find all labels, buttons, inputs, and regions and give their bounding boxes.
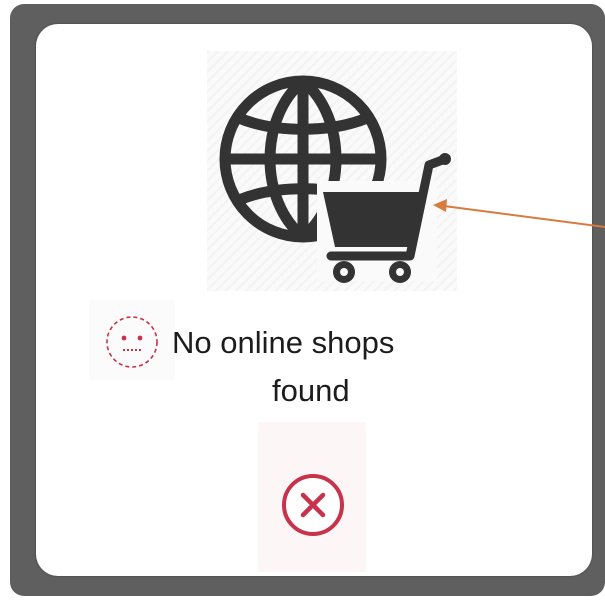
globe-shopping-cart-icon xyxy=(207,51,457,291)
close-button[interactable] xyxy=(278,470,348,540)
message-line-2: found xyxy=(272,373,350,408)
message-line-1: No online shops xyxy=(172,325,395,360)
screen: No online shops found xyxy=(0,0,605,602)
close-circle-icon xyxy=(282,474,344,536)
sad-face-icon xyxy=(89,300,175,380)
empty-state-message: No online shops found xyxy=(170,319,470,415)
empty-state-dialog: No online shops found xyxy=(36,24,592,576)
